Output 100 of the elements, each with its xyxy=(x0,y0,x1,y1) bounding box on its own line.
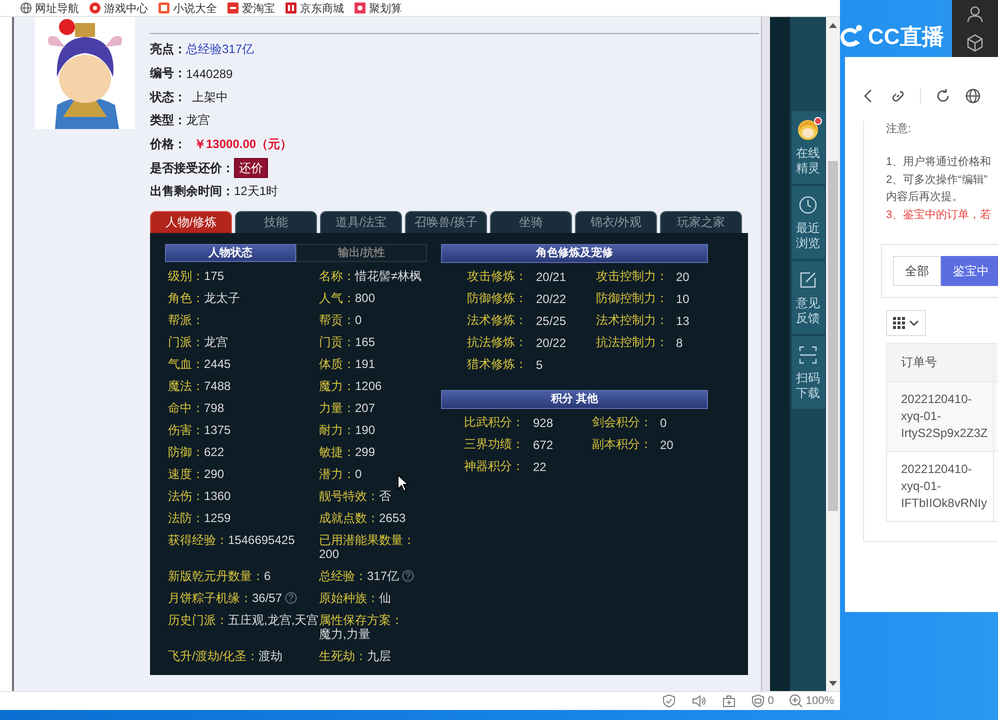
notice-title: 注意: xyxy=(886,122,912,137)
stat-value: 20 xyxy=(660,438,674,452)
bookmark-link[interactable]: 游戏中心 xyxy=(89,0,148,16)
stat-value: 13 xyxy=(676,314,690,328)
stat-label: 人气： xyxy=(319,290,355,305)
stat-label: 速度： xyxy=(168,466,204,481)
refresh-icon[interactable] xyxy=(935,88,951,104)
stat-value: 渡劫 xyxy=(258,648,283,663)
stat-label: 属性保存方案： xyxy=(319,612,403,627)
stat-label: 法术修炼： xyxy=(467,312,528,330)
stat-label: 获得经验： xyxy=(168,532,228,547)
stat-label: 飞升/渡劫/化圣： xyxy=(168,648,259,663)
stat-value: 五庄观,龙宫,天宫 xyxy=(228,612,319,627)
stat-label: 法术控制力： xyxy=(596,312,669,330)
stat-label: 角色： xyxy=(168,290,204,305)
grid-icon xyxy=(893,317,905,329)
filter-tab[interactable]: 鉴宝中 xyxy=(941,256,998,286)
stat-value: 200 xyxy=(319,546,340,561)
stat-label: 猎术修炼： xyxy=(467,356,528,374)
stat-label: 生死劫： xyxy=(319,648,367,663)
notice-line: 2、可多次操作“编辑” xyxy=(886,172,988,188)
filter-tab[interactable]: 全部 xyxy=(893,256,941,286)
bookmark-link[interactable]: 聚划算 xyxy=(354,0,402,16)
help-icon[interactable] xyxy=(285,592,298,604)
subtab[interactable]: 输出/抗性 xyxy=(296,244,427,262)
scrollbar-thumb[interactable] xyxy=(828,161,838,511)
zoom-level[interactable]: 100% xyxy=(806,695,834,707)
stat-label: 门派： xyxy=(168,334,204,349)
subtab[interactable]: 人物状态 xyxy=(165,244,296,262)
field-label: 亮点： xyxy=(150,41,186,58)
section-header: 积分 其他 xyxy=(441,390,708,409)
stat-label: 剑会积分： xyxy=(592,414,653,432)
sidebar-button[interactable]: 扫码下载 xyxy=(792,336,824,409)
tab[interactable]: 锦衣/外观 xyxy=(575,210,657,233)
tab[interactable]: 道具/法宝 xyxy=(320,210,402,233)
field-label: 状态： xyxy=(150,88,186,106)
stat-label: 伤害： xyxy=(168,422,204,437)
stat-label: 潜力： xyxy=(319,466,355,481)
highlight-link[interactable]: 总经验317亿 xyxy=(186,41,254,58)
stat-value: 299 xyxy=(355,444,376,459)
stat-label: 月饼粽子机缘： xyxy=(168,590,252,605)
tab[interactable]: 召唤兽/孩子 xyxy=(405,210,487,233)
sidebar-button[interactable]: 意见反馈 xyxy=(792,261,824,334)
stat-label: 级别： xyxy=(168,268,204,283)
stat-label: 历史门派： xyxy=(168,612,228,627)
globe-icon[interactable] xyxy=(965,88,981,104)
stat-label: 已用潜能果数量： xyxy=(319,532,415,547)
notice-line: 3、鉴宝中的订单，若 xyxy=(886,208,992,222)
toolbox-icon[interactable] xyxy=(722,694,736,708)
help-icon[interactable] xyxy=(402,570,414,582)
stat-value: 8 xyxy=(676,336,684,350)
stat-label: 气血： xyxy=(168,356,204,371)
stat-value: 九层 xyxy=(367,648,391,663)
bookmark-link[interactable]: 小说大全 xyxy=(158,0,217,16)
notice-line: 内容后再次提。 xyxy=(886,190,964,205)
field-value: 12天1时 xyxy=(234,183,278,200)
tab[interactable]: 玩家之家 xyxy=(660,210,742,233)
section-header: 角色修炼及宠修 xyxy=(441,244,708,263)
field-label: 是否接受还价： xyxy=(150,160,234,177)
tab[interactable]: 坐骑 xyxy=(490,210,572,233)
bookmark-link[interactable]: 网址导航 xyxy=(20,0,79,16)
stat-label: 命中： xyxy=(168,400,204,415)
stat-value: 798 xyxy=(204,400,224,415)
stat-label: 攻击修炼： xyxy=(467,268,528,286)
stat-value: 165 xyxy=(355,334,376,349)
cube-icon[interactable] xyxy=(966,34,984,52)
field-value: 上架中 xyxy=(192,88,228,106)
shield-icon[interactable] xyxy=(662,694,676,708)
stat-value: 36/57 xyxy=(252,590,282,605)
stat-value: 191 xyxy=(355,356,376,371)
stat-value: 1546695425 xyxy=(228,532,295,547)
sidebar-button[interactable]: 最近浏览 xyxy=(792,186,824,259)
column-toggle-button[interactable] xyxy=(886,310,926,336)
tab[interactable]: 技能 xyxy=(235,210,317,233)
scroll-down-icon[interactable] xyxy=(829,681,837,687)
stat-label: 名称： xyxy=(319,268,355,283)
speaker-icon[interactable] xyxy=(690,694,707,708)
stat-value: 否 xyxy=(379,488,391,503)
stat-value: 1206 xyxy=(355,378,382,393)
bookmark-link[interactable]: 京东商城 xyxy=(285,0,344,16)
stat-value: 25/25 xyxy=(536,314,568,328)
tab[interactable]: 人物/修炼 xyxy=(150,210,232,233)
scroll-up-icon[interactable] xyxy=(829,22,837,28)
stat-value: 622 xyxy=(204,444,224,459)
stat-value: 仙 xyxy=(379,590,391,605)
bookmark-link[interactable]: 爱淘宝 xyxy=(227,0,275,16)
clock-icon xyxy=(797,194,819,216)
counter-offer-button[interactable]: 还价 xyxy=(234,158,268,178)
stat-label: 成就点数： xyxy=(319,510,379,525)
stat-value: 928 xyxy=(533,416,554,430)
user-icon[interactable] xyxy=(966,5,984,24)
stat-label: 神器积分： xyxy=(464,458,525,476)
stat-value: 10 xyxy=(676,292,690,306)
sidebar-button[interactable]: 在线精灵 xyxy=(792,111,824,184)
stat-label: 攻击控制力： xyxy=(596,268,669,286)
zoom-icon[interactable] xyxy=(788,694,803,708)
ad-block-icon[interactable] xyxy=(750,694,765,708)
stat-value: 22 xyxy=(533,460,548,474)
stat-label: 三界功绩： xyxy=(464,436,525,454)
stat-label: 耐力： xyxy=(319,422,355,437)
